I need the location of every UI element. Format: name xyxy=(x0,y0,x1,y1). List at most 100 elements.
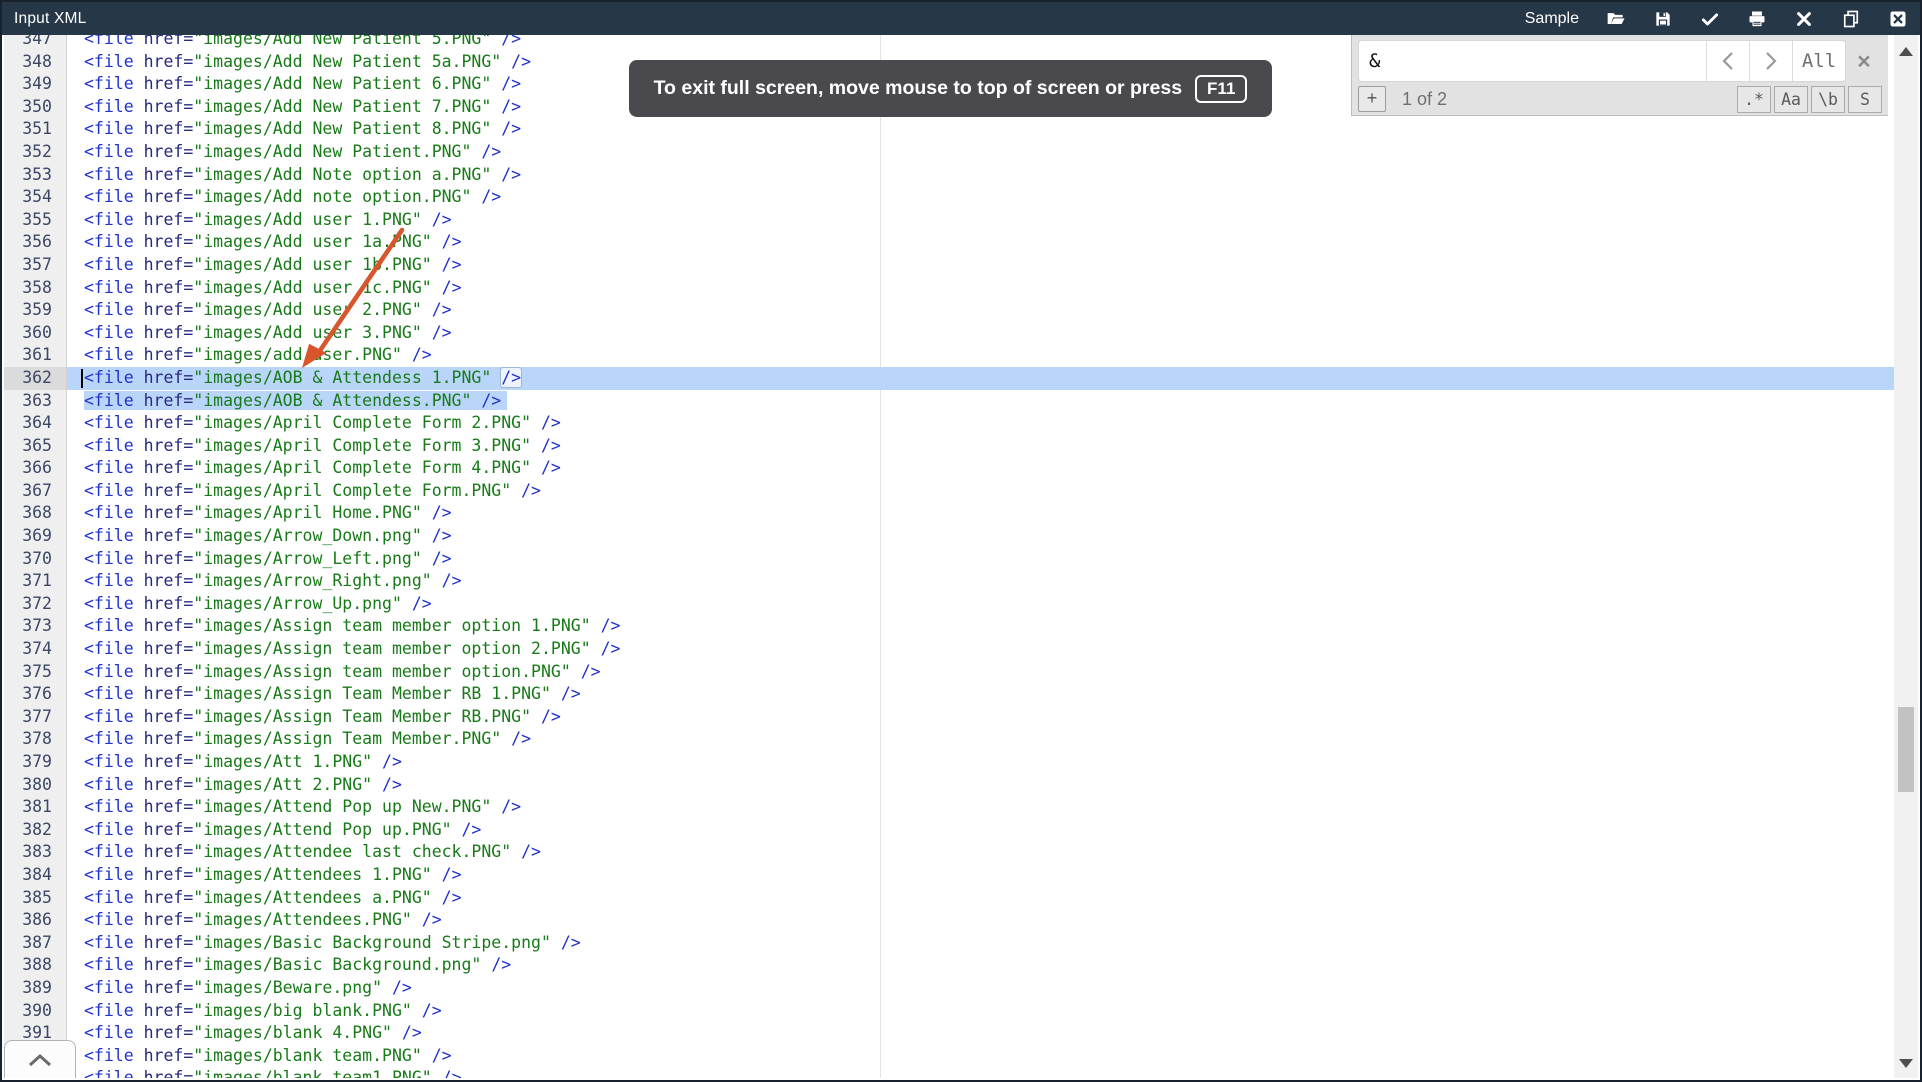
line-number[interactable]: 379 xyxy=(4,751,67,774)
line-number[interactable]: 369 xyxy=(4,525,67,548)
add-search-row-button[interactable]: + xyxy=(1358,86,1386,112)
code-line[interactable]: 371<file href="images/Arrow_Right.png" /… xyxy=(4,570,1894,593)
line-content[interactable]: <file href="images/Add New Patient 5a.PN… xyxy=(67,51,531,74)
line-content[interactable]: <file href="images/Arrow_Down.png" /> xyxy=(67,525,452,548)
line-content[interactable]: <file href="images/Add New Patient 8.PNG… xyxy=(67,118,521,141)
line-number[interactable]: 377 xyxy=(4,706,67,729)
code-line[interactable]: 363<file href="images/AOB & Attendess.PN… xyxy=(4,390,1894,413)
line-number[interactable]: 356 xyxy=(4,231,67,254)
xml-editor[interactable]: 347<file href="images/Add New Patient 5.… xyxy=(4,35,1918,1078)
line-content[interactable]: <file href="images/Attendees.PNG" /> xyxy=(67,909,442,932)
code-line[interactable]: 384<file href="images/Attendees 1.PNG" /… xyxy=(4,864,1894,887)
print-icon[interactable] xyxy=(1747,9,1767,29)
line-content[interactable]: <file href="images/add user.PNG" /> xyxy=(67,344,432,367)
line-number[interactable]: 376 xyxy=(4,683,67,706)
code-line[interactable]: 379<file href="images/Att 1.PNG" /> xyxy=(4,751,1894,774)
line-number[interactable]: 348 xyxy=(4,51,67,74)
line-number[interactable]: 366 xyxy=(4,457,67,480)
scroll-down-arrow-icon[interactable] xyxy=(1899,1059,1913,1068)
line-number[interactable]: 390 xyxy=(4,1000,67,1023)
code-line[interactable]: 377<file href="images/Assign Team Member… xyxy=(4,706,1894,729)
line-content[interactable]: <file href="images/Assign Team Member RB… xyxy=(67,683,581,706)
line-number[interactable]: 349 xyxy=(4,73,67,96)
line-number[interactable]: 364 xyxy=(4,412,67,435)
find-all-button[interactable]: All xyxy=(1792,41,1845,81)
code-line[interactable]: 386<file href="images/Attendees.PNG" /> xyxy=(4,909,1894,932)
code-line[interactable]: 353<file href="images/Add Note option a.… xyxy=(4,164,1894,187)
line-number[interactable]: 374 xyxy=(4,638,67,661)
line-number[interactable]: 358 xyxy=(4,277,67,300)
line-number[interactable]: 371 xyxy=(4,570,67,593)
line-content[interactable]: <file href="images/Assign Team Member RB… xyxy=(67,706,561,729)
code-line[interactable]: 351<file href="images/Add New Patient 8.… xyxy=(4,118,1894,141)
code-line[interactable]: 366<file href="images/April Complete For… xyxy=(4,457,1894,480)
line-number[interactable]: 378 xyxy=(4,728,67,751)
line-number[interactable]: 384 xyxy=(4,864,67,887)
line-number[interactable]: 353 xyxy=(4,164,67,187)
code-line[interactable]: 370<file href="images/Arrow_Left.png" /> xyxy=(4,548,1894,571)
open-file-icon[interactable] xyxy=(1606,9,1626,29)
line-content[interactable]: <file href="images/Att 2.PNG" /> xyxy=(67,774,402,797)
line-number[interactable]: 385 xyxy=(4,887,67,910)
code-line[interactable]: 355<file href="images/Add user 1.PNG" /> xyxy=(4,209,1894,232)
line-number[interactable]: 381 xyxy=(4,796,67,819)
code-line[interactable]: 368<file href="images/April Home.PNG" /> xyxy=(4,502,1894,525)
match-case-option-button[interactable]: Aa xyxy=(1774,86,1808,113)
code-line[interactable]: 390<file href="images/big blank.PNG" /> xyxy=(4,1000,1894,1023)
line-content[interactable]: <file href="images/April Home.PNG" /> xyxy=(67,502,452,525)
line-content[interactable]: <file href="images/AOB & Attendess 1.PNG… xyxy=(67,367,1894,390)
line-number[interactable]: 363 xyxy=(4,390,67,413)
line-content[interactable]: <file href="images/Add user 1c.PNG" /> xyxy=(67,277,462,300)
next-match-button[interactable] xyxy=(1749,41,1792,81)
line-content[interactable]: <file href="images/Basic Background Stri… xyxy=(67,932,581,955)
code-line[interactable]: 358<file href="images/Add user 1c.PNG" /… xyxy=(4,277,1894,300)
code-line[interactable]: 369<file href="images/Arrow_Down.png" /> xyxy=(4,525,1894,548)
code-line[interactable]: 359<file href="images/Add user 2.PNG" /> xyxy=(4,299,1894,322)
validate-check-icon[interactable] xyxy=(1700,9,1720,29)
whole-word-option-button[interactable]: \b xyxy=(1811,86,1845,113)
line-number[interactable]: 382 xyxy=(4,819,67,842)
line-content[interactable]: <file href="images/Add Note option a.PNG… xyxy=(67,164,521,187)
code-line[interactable]: 383<file href="images/Attendee last chec… xyxy=(4,841,1894,864)
line-number[interactable]: 387 xyxy=(4,932,67,955)
line-number[interactable]: 362 xyxy=(4,367,67,390)
line-number[interactable]: 370 xyxy=(4,548,67,571)
line-number[interactable]: 355 xyxy=(4,209,67,232)
line-content[interactable]: <file href="images/Add New Patient 7.PNG… xyxy=(67,96,521,119)
code-line[interactable]: 380<file href="images/Att 2.PNG" /> xyxy=(4,774,1894,797)
code-line[interactable]: 361<file href="images/add user.PNG" /> xyxy=(4,344,1894,367)
regex-option-button[interactable]: .* xyxy=(1737,86,1771,113)
line-number[interactable]: 388 xyxy=(4,954,67,977)
line-number[interactable]: 367 xyxy=(4,480,67,503)
line-content[interactable]: <file href="images/Arrow_Left.png" /> xyxy=(67,548,452,571)
line-number[interactable]: 350 xyxy=(4,96,67,119)
line-content[interactable]: <file href="images/blank 4.PNG" /> xyxy=(67,1022,422,1045)
scrollbar-thumb[interactable] xyxy=(1898,707,1914,792)
code-line[interactable]: 387<file href="images/Basic Background S… xyxy=(4,932,1894,955)
line-number[interactable]: 375 xyxy=(4,661,67,684)
close-find-icon[interactable]: × xyxy=(1846,40,1882,82)
line-content[interactable]: <file href="images/Assign Team Member.PN… xyxy=(67,728,531,751)
line-number[interactable]: 389 xyxy=(4,977,67,1000)
line-content[interactable]: <file href="images/Attendees a.PNG" /> xyxy=(67,887,462,910)
code-line[interactable]: 374<file href="images/Assign team member… xyxy=(4,638,1894,661)
save-icon[interactable] xyxy=(1653,9,1673,29)
line-content[interactable]: <file href="images/blank team1.PNG" /> xyxy=(67,1067,462,1078)
line-content[interactable]: <file href="images/Attendee last check.P… xyxy=(67,841,541,864)
line-content[interactable]: <file href="images/Attendees 1.PNG" /> xyxy=(67,864,462,887)
line-content[interactable]: <file href="images/Add New Patient 5.PNG… xyxy=(67,35,521,51)
line-content[interactable]: <file href="images/Assign team member op… xyxy=(67,661,601,684)
code-line[interactable]: 381<file href="images/Attend Pop up New.… xyxy=(4,796,1894,819)
line-number[interactable]: 354 xyxy=(4,186,67,209)
line-content[interactable]: <file href="images/Assign team member op… xyxy=(67,638,620,661)
line-content[interactable]: <file href="images/Arrow_Up.png" /> xyxy=(67,593,432,616)
line-number[interactable]: 372 xyxy=(4,593,67,616)
line-number[interactable]: 352 xyxy=(4,141,67,164)
line-content[interactable]: <file href="images/blank team.PNG" /> xyxy=(67,1045,452,1068)
code-line[interactable]: 356<file href="images/Add user 1a.PNG" /… xyxy=(4,231,1894,254)
close-window-icon[interactable] xyxy=(1888,9,1908,29)
line-content[interactable]: <file href="images/April Complete Form 4… xyxy=(67,457,561,480)
line-content[interactable]: <file href="images/Att 1.PNG" /> xyxy=(67,751,402,774)
selection-option-button[interactable]: S xyxy=(1848,86,1882,113)
line-content[interactable]: <file href="images/Add user 1.PNG" /> xyxy=(67,209,452,232)
